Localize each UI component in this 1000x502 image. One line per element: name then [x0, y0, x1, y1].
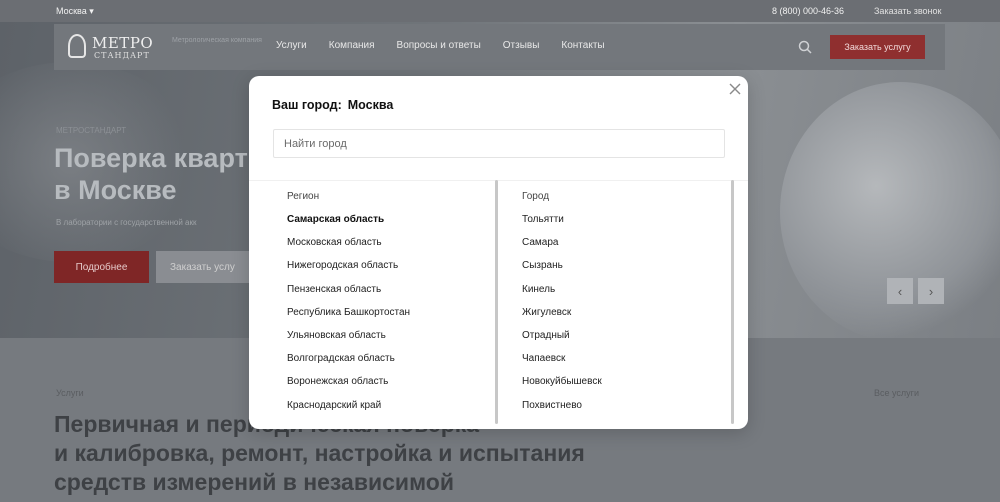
region-item[interactable]: Самарская область [287, 214, 410, 237]
city-search-input[interactable] [273, 129, 725, 158]
hero-subtitle: В лаборатории с государственной акк [56, 218, 197, 227]
city-item[interactable]: Кинель [522, 284, 602, 307]
logo-subtext: СТАНДАРТ [94, 51, 150, 60]
chevron-right-icon: › [928, 283, 934, 299]
nav-item-company[interactable]: Компания [329, 40, 375, 51]
city-item[interactable]: Похвистнево [522, 400, 602, 423]
hero-title-line: в Москве [54, 175, 177, 205]
hero-kicker: МЕТРОСТАНДАРТ [56, 126, 127, 135]
phone-number[interactable]: 8 (800) 000-46-36 [772, 6, 844, 16]
slider-next-button[interactable]: › [918, 278, 944, 304]
hero-title-line: Поверка кварт [54, 143, 248, 173]
modal-title-label: Ваш город: [272, 98, 342, 112]
modal-title: Ваш город: Москва [272, 98, 393, 112]
regions-header: Регион [287, 191, 320, 202]
nav-item-reviews[interactable]: Отзывы [503, 40, 540, 51]
order-service-button[interactable]: Заказать услугу [830, 35, 925, 59]
regions-column: Регион Самарская область Московская обла… [273, 180, 497, 429]
current-city: Москва [347, 98, 394, 112]
city-item[interactable]: Самара [522, 237, 602, 260]
cities-header: Город [522, 191, 550, 202]
main-nav: МЕТРО СТАНДАРТ Метрологическая компания … [54, 24, 945, 70]
all-services-link[interactable]: Все услуги [874, 388, 919, 398]
tagline: Метрологическая компания [172, 37, 262, 44]
search-icon[interactable] [798, 40, 812, 54]
section-heading-line: и калибровка, ремонт, настройка и испыта… [54, 440, 585, 466]
chevron-left-icon: ‹ [897, 283, 903, 299]
logo-text: МЕТРО [92, 34, 154, 52]
nav-menu: Услуги Компания Вопросы и ответы Отзывы … [276, 40, 605, 51]
region-item[interactable]: Краснодарский край [287, 400, 410, 423]
more-button[interactable]: Подробнее [54, 251, 149, 283]
logo-icon [68, 34, 86, 58]
region-item[interactable]: Ульяновская область [287, 330, 410, 353]
region-item[interactable]: Республика Башкортостан [287, 307, 410, 330]
hero-title: Поверка кварт в Москве [54, 142, 248, 206]
nav-item-services[interactable]: Услуги [276, 40, 307, 51]
city-modal: Ваш город: Москва Регион Самарская област… [249, 76, 748, 429]
city-item[interactable]: Новокуйбышевск [522, 376, 602, 399]
section-kicker: Услуги [56, 388, 84, 398]
slider-prev-button[interactable]: ‹ [887, 278, 913, 304]
top-bar: Москва ▾ 8 (800) 000-46-36 Заказать звон… [0, 0, 1000, 22]
city-item[interactable]: Сызрань [522, 260, 602, 283]
cities-column: Город Тольятти Самара Сызрань Кинель Жиг… [508, 180, 732, 429]
section-heading-line: средств измерений в независимой [54, 469, 454, 495]
city-item[interactable]: Жигулевск [522, 307, 602, 330]
region-item[interactable]: Московская область [287, 237, 410, 260]
city-item[interactable]: Чапаевск [522, 353, 602, 376]
nav-item-faq[interactable]: Вопросы и ответы [397, 40, 481, 51]
city-item[interactable]: Отрадный [522, 330, 602, 353]
nav-item-contacts[interactable]: Контакты [561, 40, 604, 51]
city-item[interactable]: Тольятти [522, 214, 602, 237]
cities-list: Тольятти Самара Сызрань Кинель Жигулевск… [522, 214, 602, 423]
region-item[interactable]: Воронежская область [287, 376, 410, 399]
logo[interactable]: МЕТРО СТАНДАРТ [68, 32, 158, 62]
close-icon[interactable] [728, 82, 742, 96]
callback-link[interactable]: Заказать звонок [874, 6, 941, 16]
regions-list: Самарская область Московская область Ниж… [287, 214, 410, 423]
region-item[interactable]: Волгоградская область [287, 353, 410, 376]
region-item[interactable]: Нижегородская область [287, 260, 410, 283]
city-selector[interactable]: Москва ▾ [56, 6, 94, 17]
regions-scrollbar[interactable] [495, 180, 498, 424]
region-item[interactable]: Пензенская область [287, 284, 410, 307]
cities-scrollbar[interactable] [731, 180, 734, 424]
